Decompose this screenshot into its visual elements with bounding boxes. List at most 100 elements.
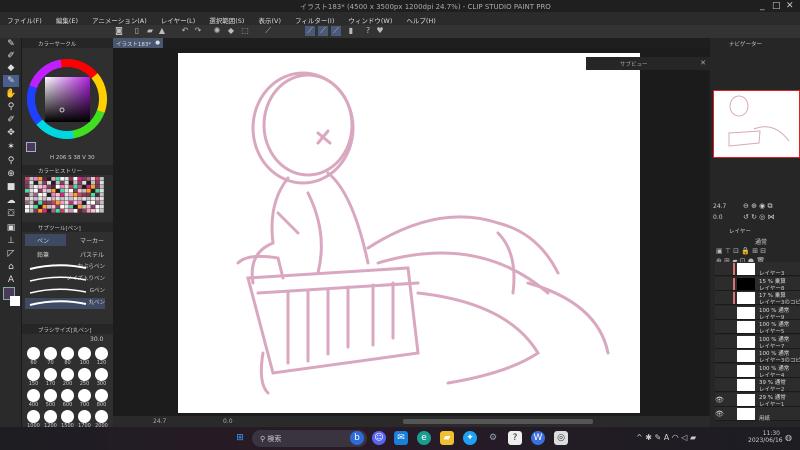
color-history-swatch[interactable] xyxy=(91,189,95,193)
clock[interactable]: 11:30 2023/06/16 xyxy=(748,430,783,444)
rotate-controls[interactable]: ↺ ↻ ◎ ⋈ xyxy=(743,213,775,221)
color-history-swatch[interactable] xyxy=(69,197,73,201)
color-history-swatch[interactable] xyxy=(29,181,34,185)
layer-row[interactable]: レイヤー3 xyxy=(715,262,800,277)
color-history-swatch[interactable] xyxy=(55,189,60,193)
color-history-swatch[interactable] xyxy=(33,197,38,201)
color-history-swatch[interactable] xyxy=(60,201,65,205)
subtool-group-pastel[interactable]: パステル xyxy=(68,248,110,260)
color-history-swatch[interactable] xyxy=(29,185,34,189)
color-history-swatch[interactable] xyxy=(86,189,91,193)
color-history-swatch[interactable] xyxy=(33,193,38,197)
eyedropper-tool-icon[interactable]: ⚲ xyxy=(3,101,19,113)
help-icon[interactable]: ? xyxy=(363,26,373,36)
color-history-swatch[interactable] xyxy=(42,197,47,201)
subtool-group-pen[interactable]: ペン xyxy=(25,234,66,246)
color-history-swatch[interactable] xyxy=(25,197,29,201)
color-history-swatch[interactable] xyxy=(99,177,104,181)
color-history-swatch[interactable] xyxy=(73,193,78,197)
color-history-swatch[interactable] xyxy=(60,205,65,209)
color-history-swatch[interactable] xyxy=(64,181,69,185)
color-history-swatch[interactable] xyxy=(42,201,47,205)
color-history-swatch[interactable] xyxy=(82,209,87,213)
color-history-swatch[interactable] xyxy=(25,185,29,189)
system-tray-icons[interactable]: ^ ✱ ✎ A ◠ ◁ ▰ xyxy=(636,433,696,442)
magic-wand-icon[interactable]: ✶ xyxy=(3,141,19,153)
clear-icon[interactable]: ✺ xyxy=(212,26,222,36)
color-history-swatch[interactable] xyxy=(60,185,65,189)
color-history-swatch[interactable] xyxy=(64,193,69,197)
color-history-swatch[interactable] xyxy=(64,185,69,189)
word-app-icon[interactable]: W xyxy=(531,431,545,445)
color-history-swatch[interactable] xyxy=(55,193,60,197)
menu-file[interactable]: ファイル(F) xyxy=(0,12,49,25)
color-history-swatch[interactable] xyxy=(69,177,73,181)
color-history-swatch[interactable] xyxy=(91,209,95,213)
color-history-swatch[interactable] xyxy=(60,181,65,185)
color-history-swatch[interactable] xyxy=(82,189,87,193)
color-history-swatch[interactable] xyxy=(25,177,29,181)
color-history-swatch[interactable] xyxy=(38,197,43,201)
color-history-swatch[interactable] xyxy=(99,205,104,209)
color-history-swatch[interactable] xyxy=(38,189,43,193)
color-history-swatch[interactable] xyxy=(55,201,60,205)
brush-size-option[interactable]: 70 xyxy=(42,347,59,366)
color-history-swatch[interactable] xyxy=(33,205,38,209)
color-history-swatch[interactable] xyxy=(55,197,60,201)
color-history-swatch[interactable] xyxy=(60,197,65,201)
color-history-swatch[interactable] xyxy=(25,205,29,209)
color-history-swatch[interactable] xyxy=(51,193,56,197)
color-history-swatch[interactable] xyxy=(82,181,87,185)
brush-size-value[interactable]: 30.0 xyxy=(90,336,103,343)
correction-tool-icon[interactable]: ⌂ xyxy=(3,261,19,273)
eraser-tool-icon[interactable]: ◆ xyxy=(3,62,19,74)
color-history-swatch[interactable] xyxy=(42,209,47,213)
color-history-swatch[interactable] xyxy=(51,185,56,189)
menu-animation[interactable]: アニメーション(A) xyxy=(85,12,154,25)
layer-row[interactable]: 100 % 通常 レイヤー4 xyxy=(715,363,800,379)
color-history-swatch[interactable] xyxy=(91,201,95,205)
brush-size-option[interactable]: 150 xyxy=(25,368,42,387)
brush-size-option[interactable]: 700 xyxy=(76,389,93,408)
color-history-swatch[interactable] xyxy=(77,193,82,197)
status-zoom[interactable]: 24.7 xyxy=(153,418,166,425)
document-tab[interactable]: イラスト183* ● xyxy=(113,38,163,48)
color-history-swatch[interactable] xyxy=(47,181,51,185)
clip-studio-taskbar-icon[interactable]: ? xyxy=(508,431,522,445)
layer-row[interactable]: 👁 29 % 通常 レイヤー1 xyxy=(715,392,800,408)
figure-tool-icon[interactable]: ▣ xyxy=(3,222,19,234)
brush-size-header[interactable]: ブラシサイズ[丸ペン] xyxy=(22,324,113,334)
color-history-swatch[interactable] xyxy=(95,189,100,193)
color-history-swatch[interactable] xyxy=(86,209,91,213)
stabilizer-3-icon[interactable]: ⟋ xyxy=(331,26,341,36)
color-history-swatch[interactable] xyxy=(82,185,87,189)
settings-icon[interactable]: ⚙ xyxy=(486,431,500,445)
file-explorer-icon[interactable]: ▰ xyxy=(440,431,454,445)
color-history-header[interactable]: カラーヒストリー xyxy=(22,165,113,175)
navigator-preview[interactable] xyxy=(713,90,800,158)
color-history-swatch[interactable] xyxy=(99,197,104,201)
color-history-swatch[interactable] xyxy=(29,205,34,209)
move-tool-icon[interactable]: ✥ xyxy=(3,127,19,139)
hand-tool-icon[interactable]: ✋ xyxy=(3,88,19,100)
horizontal-scrollbar[interactable] xyxy=(403,419,593,424)
color-history-swatch[interactable] xyxy=(73,197,78,201)
subtool-header[interactable]: サブツール[ペン] xyxy=(22,222,113,232)
deselect-icon[interactable]: ⟋ xyxy=(263,26,273,36)
color-history-swatch[interactable] xyxy=(95,201,100,205)
ruler-tool-icon[interactable]: ◸ xyxy=(3,248,19,260)
color-history-swatch[interactable] xyxy=(29,201,34,205)
twitter-icon[interactable]: ✦ xyxy=(463,431,477,445)
color-history-swatch[interactable] xyxy=(73,181,78,185)
minimize-button[interactable]: _ xyxy=(760,1,765,11)
heart-icon[interactable]: ♥ xyxy=(375,26,385,36)
color-history-swatch[interactable] xyxy=(73,185,78,189)
color-history-swatch[interactable] xyxy=(82,177,87,181)
close-button[interactable]: ✕ xyxy=(786,1,794,11)
color-history-swatch[interactable] xyxy=(77,197,82,201)
color-history-swatch[interactable] xyxy=(99,185,104,189)
color-history-swatch[interactable] xyxy=(82,205,87,209)
color-wheel[interactable] xyxy=(26,58,108,140)
color-history-swatch[interactable] xyxy=(33,189,38,193)
color-history-swatch[interactable] xyxy=(91,205,95,209)
